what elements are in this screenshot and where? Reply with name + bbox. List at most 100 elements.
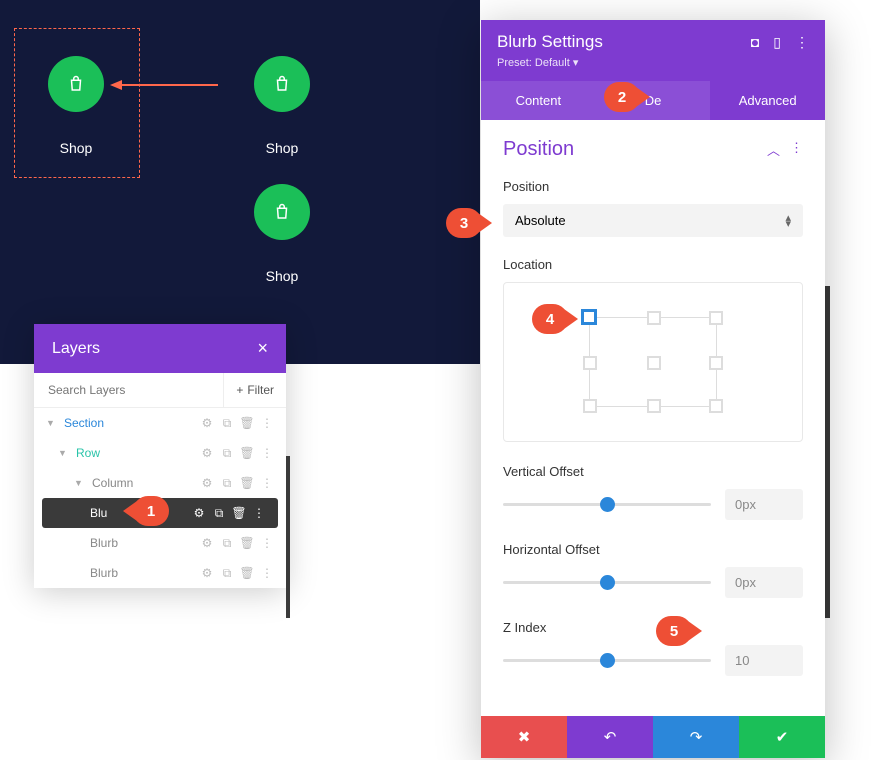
vertical-offset-slider[interactable] — [503, 503, 711, 506]
layers-header: Layers × — [34, 324, 286, 373]
callout-4: 4 — [532, 304, 568, 334]
more-icon[interactable]: ⋮ — [260, 416, 274, 430]
trash-icon[interactable]: 🗑 — [240, 446, 254, 460]
layer-row-column[interactable]: ▼ Column ⚙ ⧉ 🗑 ⋮ — [34, 468, 286, 498]
trash-icon[interactable]: 🗑 — [240, 476, 254, 490]
settings-title: Blurb Settings — [497, 32, 603, 52]
duplicate-icon[interactable]: ⧉ — [220, 416, 234, 430]
trash-icon[interactable]: 🗑 — [240, 566, 254, 580]
zindex-value[interactable]: 10 — [725, 645, 803, 676]
redo-button[interactable]: ↷ — [653, 716, 739, 758]
anchor-bottom-right[interactable] — [709, 399, 723, 413]
anchor-mid-left[interactable] — [583, 356, 597, 370]
anchor-mid-right[interactable] — [709, 356, 723, 370]
settings-footer: ✖ ↶ ↷ ✔ — [481, 716, 825, 758]
position-select[interactable]: Absolute ▴▾ — [503, 204, 803, 237]
section-header[interactable]: Position ︿ ⋮ — [503, 138, 803, 161]
duplicate-icon[interactable]: ⧉ — [212, 506, 226, 520]
callout-3: 3 — [446, 208, 482, 238]
columns-icon[interactable]: ▯ — [773, 34, 781, 51]
undo-button[interactable]: ↶ — [567, 716, 653, 758]
layer-actions: ⚙ ⧉ 🗑 ⋮ — [200, 416, 274, 430]
duplicate-icon[interactable]: ⧉ — [220, 566, 234, 580]
annotation-arrow — [110, 80, 218, 90]
location-label: Location — [503, 257, 803, 272]
horizontal-offset-value[interactable]: 0px — [725, 567, 803, 598]
preset-selector[interactable]: Preset: Default ▾ — [497, 56, 809, 69]
layer-name: Column — [92, 476, 200, 490]
duplicate-icon[interactable]: ⧉ — [220, 476, 234, 490]
select-value: Absolute — [515, 213, 566, 228]
more-icon[interactable]: ⋮ — [260, 446, 274, 460]
duplicate-icon[interactable]: ⧉ — [220, 446, 234, 460]
blurb-module-2[interactable]: Shop — [254, 56, 310, 156]
layer-actions: ⚙ ⧉ 🗑 ⋮ — [200, 536, 274, 550]
anchor-bottom-center[interactable] — [647, 399, 661, 413]
layer-name: Section — [64, 416, 200, 430]
filter-label: Filter — [247, 383, 274, 397]
focus-icon[interactable]: ◘ — [751, 34, 759, 51]
blurb-label: Shop — [254, 268, 310, 284]
more-icon[interactable]: ⋮ — [795, 34, 809, 51]
layer-row-blurb[interactable]: Blurb ⚙⧉🗑⋮ — [34, 558, 286, 588]
more-icon[interactable]: ⋮ — [260, 536, 274, 550]
zindex-label: Z Index — [503, 620, 803, 635]
callout-2: 2 — [604, 82, 640, 112]
gear-icon[interactable]: ⚙ — [200, 566, 214, 580]
gear-icon[interactable]: ⚙ — [192, 506, 206, 520]
layer-actions: ⚙ ⧉ 🗑 ⋮ — [192, 506, 266, 520]
anchor-top-left[interactable] — [581, 309, 597, 325]
settings-panel: Blurb Settings ◘ ▯ ⋮ Preset: Default ▾ C… — [481, 20, 825, 758]
cancel-button[interactable]: ✖ — [481, 716, 567, 758]
gear-icon[interactable]: ⚙ — [200, 476, 214, 490]
layers-title: Layers — [52, 340, 100, 358]
blurb-module-3[interactable]: Shop — [254, 184, 310, 284]
layer-row-blurb[interactable]: Blurb ⚙ ⧉ 🗑 ⋮ — [34, 528, 286, 558]
save-button[interactable]: ✔ — [739, 716, 825, 758]
blurb-label: Shop — [48, 140, 104, 156]
plus-icon: + — [236, 383, 243, 397]
more-icon[interactable]: ⋮ — [260, 476, 274, 490]
shop-icon — [254, 56, 310, 112]
caret-icon: ▼ — [74, 478, 86, 488]
settings-header-icons: ◘ ▯ ⋮ — [751, 34, 809, 51]
tab-content[interactable]: Content — [481, 81, 596, 120]
trash-icon[interactable]: 🗑 — [240, 416, 254, 430]
anchor-bottom-left[interactable] — [583, 399, 597, 413]
anchor-top-center[interactable] — [647, 311, 661, 325]
caret-down-icon: ▾ — [573, 57, 579, 69]
settings-body: Position ︿ ⋮ Position Absolute ▴▾ Locati… — [481, 120, 825, 716]
settings-header: Blurb Settings ◘ ▯ ⋮ Preset: Default ▾ — [481, 20, 825, 81]
slider-thumb[interactable] — [600, 497, 615, 512]
anchor-top-right[interactable] — [709, 311, 723, 325]
gear-icon[interactable]: ⚙ — [200, 446, 214, 460]
caret-icon: ▼ — [58, 448, 70, 458]
more-icon[interactable]: ⋮ — [260, 566, 274, 580]
blurb-label: Shop — [254, 140, 310, 156]
trash-icon[interactable]: 🗑 — [240, 536, 254, 550]
layer-name: Blurb — [90, 536, 200, 550]
gear-icon[interactable]: ⚙ — [200, 416, 214, 430]
anchor-mid-center[interactable] — [647, 356, 661, 370]
layer-row-section[interactable]: ▼ Section ⚙⧉🗑⋮ — [34, 408, 286, 438]
slider-thumb[interactable] — [600, 575, 615, 590]
shop-icon — [48, 56, 104, 112]
search-input[interactable] — [34, 373, 223, 407]
slider-thumb[interactable] — [600, 653, 615, 668]
layers-panel: Layers × + Filter ▼ Section ⚙⧉🗑⋮ ▼ Row ⚙… — [34, 324, 286, 588]
gear-icon[interactable]: ⚙ — [200, 536, 214, 550]
horizontal-offset-slider[interactable] — [503, 581, 711, 584]
more-icon[interactable]: ⋮ — [790, 140, 803, 159]
filter-button[interactable]: + Filter — [223, 373, 286, 407]
tab-advanced[interactable]: Advanced — [710, 81, 825, 120]
close-icon[interactable]: × — [257, 338, 268, 359]
zindex-slider[interactable] — [503, 659, 711, 662]
duplicate-icon[interactable]: ⧉ — [220, 536, 234, 550]
trash-icon[interactable]: 🗑 — [232, 506, 246, 520]
settings-tabs: Content De Advanced — [481, 81, 825, 120]
more-icon[interactable]: ⋮ — [252, 506, 266, 520]
layer-row-row[interactable]: ▼ Row ⚙⧉🗑⋮ — [34, 438, 286, 468]
collapse-icon[interactable]: ︿ — [767, 140, 780, 159]
vertical-offset-value[interactable]: 0px — [725, 489, 803, 520]
blurb-module-1[interactable]: Shop — [48, 56, 104, 156]
